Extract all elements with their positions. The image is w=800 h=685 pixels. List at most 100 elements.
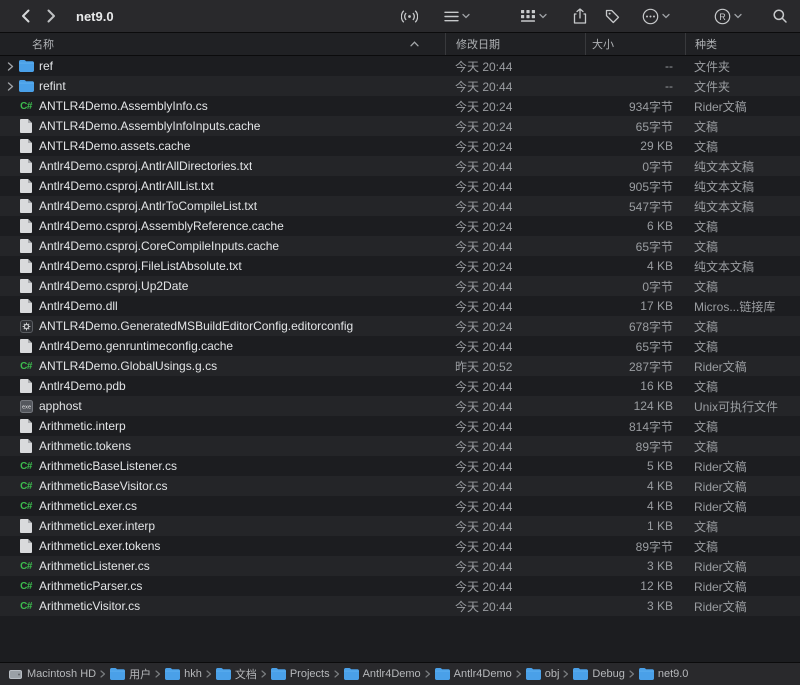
file-row[interactable]: Antlr4Demo.csproj.CoreCompileInputs.cach… xyxy=(0,236,800,256)
list-view-icon xyxy=(444,10,459,23)
file-name-cell: Antlr4Demo.csproj.FileListAbsolute.txt xyxy=(0,259,445,273)
file-row[interactable]: Arithmetic.interp今天 20:44814字节文稿 xyxy=(0,416,800,436)
file-row[interactable]: ANTLR4Demo.AssemblyInfoInputs.cache今天 20… xyxy=(0,116,800,136)
file-name: Antlr4Demo.csproj.AntlrAllDirectories.tx… xyxy=(39,159,252,173)
file-name-cell: C#ArithmeticLexer.cs xyxy=(0,499,445,513)
file-name: Antlr4Demo.csproj.Up2Date xyxy=(39,279,188,293)
path-crumb[interactable]: Antlr4Demo xyxy=(344,668,421,680)
file-row[interactable]: Antlr4Demo.csproj.AntlrAllList.txt今天 20:… xyxy=(0,176,800,196)
file-name: Antlr4Demo.dll xyxy=(39,299,118,313)
file-row[interactable]: exeapphost今天 20:44124 KBUnix可执行文件 xyxy=(0,396,800,416)
file-kind: 文稿 xyxy=(685,338,800,355)
file-row[interactable]: C#ArithmeticBaseVisitor.cs今天 20:444 KBRi… xyxy=(0,476,800,496)
path-crumb-label: hkh xyxy=(184,668,202,680)
airdrop-button[interactable] xyxy=(401,8,418,25)
file-row[interactable]: ref今天 20:44--文件夹 xyxy=(0,56,800,76)
file-size: 4 KB xyxy=(585,259,685,273)
file-size: 16 KB xyxy=(585,379,685,393)
path-crumb-label: Macintosh HD xyxy=(27,668,96,680)
group-by-button[interactable] xyxy=(520,9,547,23)
file-row[interactable]: Antlr4Demo.csproj.AssemblyReference.cach… xyxy=(0,216,800,236)
disclosure-chevron-icon[interactable] xyxy=(4,82,17,91)
file-row[interactable]: C#ArithmeticListener.cs今天 20:443 KBRider… xyxy=(0,556,800,576)
finder-window: net9.0 xyxy=(0,0,800,685)
file-row[interactable]: Antlr4Demo.csproj.AntlrToCompileList.txt… xyxy=(0,196,800,216)
file-row[interactable]: C#ArithmeticBaseListener.cs今天 20:445 KBR… xyxy=(0,456,800,476)
file-row[interactable]: ArithmeticLexer.tokens今天 20:4489字节文稿 xyxy=(0,536,800,556)
folder-icon xyxy=(435,668,450,680)
path-crumb[interactable]: 文档 xyxy=(216,666,257,682)
back-button[interactable] xyxy=(12,4,38,28)
path-crumb[interactable]: Debug xyxy=(573,668,624,680)
folder-icon xyxy=(17,80,35,92)
file-row[interactable]: Antlr4Demo.csproj.Up2Date今天 20:440字节文稿 xyxy=(0,276,800,296)
file-row[interactable]: C#ANTLR4Demo.AssemblyInfo.cs今天 20:24934字… xyxy=(0,96,800,116)
file-name-cell: Antlr4Demo.dll xyxy=(0,299,445,313)
file-size: 89字节 xyxy=(585,438,685,455)
document-icon xyxy=(17,259,35,273)
view-options-button[interactable] xyxy=(444,10,470,23)
disclosure-chevron-icon[interactable] xyxy=(4,62,17,71)
file-name: Antlr4Demo.csproj.FileListAbsolute.txt xyxy=(39,259,242,273)
file-row[interactable]: refint今天 20:44--文件夹 xyxy=(0,76,800,96)
disk-icon xyxy=(8,669,23,680)
column-header-name[interactable]: 名称 xyxy=(0,33,445,55)
path-crumb[interactable]: Macintosh HD xyxy=(8,668,96,680)
file-date: 今天 20:44 xyxy=(445,338,585,355)
file-size: 1 KB xyxy=(585,519,685,533)
open-with-button[interactable]: R xyxy=(714,8,742,25)
file-date: 今天 20:24 xyxy=(445,118,585,135)
file-name: Antlr4Demo.csproj.AntlrAllList.txt xyxy=(39,179,214,193)
file-row[interactable]: Antlr4Demo.csproj.FileListAbsolute.txt今天… xyxy=(0,256,800,276)
csharp-file-icon: C# xyxy=(17,481,35,492)
svg-text:exe: exe xyxy=(21,404,30,410)
forward-button[interactable] xyxy=(38,4,64,28)
file-row[interactable]: C#ArithmeticVisitor.cs今天 20:443 KBRider文… xyxy=(0,596,800,616)
file-date: 今天 20:24 xyxy=(445,218,585,235)
column-header-kind[interactable]: 种类 xyxy=(685,33,800,55)
file-row[interactable]: Arithmetic.tokens今天 20:4489字节文稿 xyxy=(0,436,800,456)
path-crumb[interactable]: Projects xyxy=(271,668,330,680)
path-crumb[interactable]: Antlr4Demo xyxy=(435,668,512,680)
column-header-size[interactable]: 大小 xyxy=(585,33,685,55)
path-crumb[interactable]: hkh xyxy=(165,668,202,680)
file-row[interactable]: ArithmeticLexer.interp今天 20:441 KB文稿 xyxy=(0,516,800,536)
folder-icon xyxy=(165,668,180,680)
crumb-chevron-icon xyxy=(261,670,267,678)
file-row[interactable]: Antlr4Demo.pdb今天 20:4416 KB文稿 xyxy=(0,376,800,396)
sort-ascending-icon xyxy=(410,41,419,47)
path-crumb[interactable]: 用户 xyxy=(110,666,151,682)
document-icon xyxy=(17,139,35,153)
file-name: ANTLR4Demo.GeneratedMSBuildEditorConfig.… xyxy=(39,319,353,333)
file-kind: 文稿 xyxy=(685,518,800,535)
more-actions-button[interactable] xyxy=(642,8,670,25)
file-row[interactable]: C#ArithmeticLexer.cs今天 20:444 KBRider文稿 xyxy=(0,496,800,516)
path-crumb-label: net9.0 xyxy=(658,668,689,680)
document-icon xyxy=(17,219,35,233)
crumb-chevron-icon xyxy=(155,670,161,678)
csharp-file-icon: C# xyxy=(17,601,35,612)
crumb-chevron-icon xyxy=(206,670,212,678)
crumb-chevron-icon xyxy=(425,670,431,678)
file-row[interactable]: ANTLR4Demo.assets.cache今天 20:2429 KB文稿 xyxy=(0,136,800,156)
file-name-cell: Antlr4Demo.pdb xyxy=(0,379,445,393)
file-name-cell: C#ArithmeticBaseListener.cs xyxy=(0,459,445,473)
path-crumb[interactable]: obj xyxy=(526,668,560,680)
file-kind: 文稿 xyxy=(685,318,800,335)
tags-button[interactable] xyxy=(605,9,620,24)
csharp-file-icon: C# xyxy=(17,101,35,112)
file-row[interactable]: C#ANTLR4Demo.GlobalUsings.g.cs昨天 20:5228… xyxy=(0,356,800,376)
search-button[interactable] xyxy=(772,8,788,24)
file-row[interactable]: Antlr4Demo.dll今天 20:4417 KBMicros...链接库 xyxy=(0,296,800,316)
file-size: 678字节 xyxy=(585,318,685,335)
file-row[interactable]: ANTLR4Demo.GeneratedMSBuildEditorConfig.… xyxy=(0,316,800,336)
path-crumb[interactable]: net9.0 xyxy=(639,668,689,680)
file-row[interactable]: Antlr4Demo.csproj.AntlrAllDirectories.tx… xyxy=(0,156,800,176)
file-row[interactable]: C#ArithmeticParser.cs今天 20:4412 KBRider文… xyxy=(0,576,800,596)
document-icon xyxy=(17,279,35,293)
share-button[interactable] xyxy=(573,8,587,24)
file-name: ANTLR4Demo.AssemblyInfo.cs xyxy=(39,99,208,113)
file-date: 今天 20:24 xyxy=(445,318,585,335)
column-header-date[interactable]: 修改日期 xyxy=(445,33,585,55)
file-row[interactable]: Antlr4Demo.genruntimeconfig.cache今天 20:4… xyxy=(0,336,800,356)
